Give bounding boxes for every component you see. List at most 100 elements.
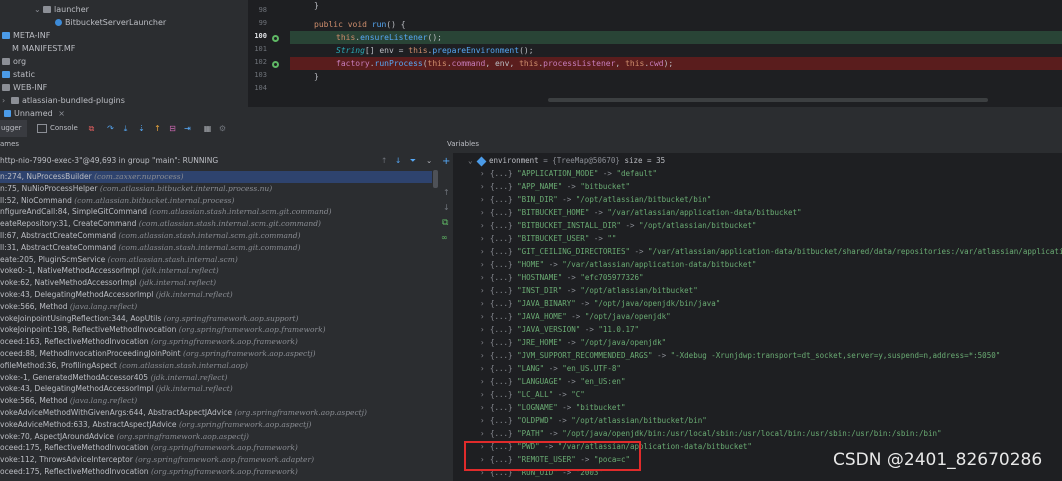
variable-entry[interactable]: › {...} "OLDPWD" -> "/opt/atlassian/bitbu…: [480, 414, 707, 427]
variable-entry[interactable]: › {...} "JAVA_VERSION" -> "11.0.17": [480, 323, 639, 336]
arrow-down-icon[interactable]: ↓: [395, 155, 401, 167]
chevron-down-icon[interactable]: ⌄: [34, 3, 43, 16]
tree-item-bundled-plugins[interactable]: › atlassian-bundled-plugins: [2, 94, 125, 107]
variable-entry[interactable]: › {...} "JAVA_HOME" -> "/opt/java/openjdk…: [480, 310, 671, 323]
force-step-into-icon[interactable]: ⇣: [137, 124, 146, 133]
close-icon[interactable]: ×: [58, 109, 65, 118]
chevron-right-icon[interactable]: ›: [480, 297, 490, 310]
tree-item-launcher-class[interactable]: BitbucketServerLauncher: [55, 16, 166, 29]
chevron-right-icon[interactable]: ›: [480, 193, 490, 206]
chevron-right-icon[interactable]: ›: [480, 336, 490, 349]
stack-frame[interactable]: oceed:163, ReflectiveMethodInvocation (o…: [0, 336, 432, 348]
tab-debugger[interactable]: ugger: [0, 120, 27, 137]
breakpoint-icon[interactable]: [272, 35, 279, 42]
chevron-right-icon[interactable]: ›: [480, 414, 490, 427]
settings-icon[interactable]: ⚙: [218, 124, 227, 133]
chevron-right-icon[interactable]: ›: [480, 349, 490, 362]
chevron-down-icon[interactable]: ⌄: [426, 155, 432, 167]
tree-item-launcher[interactable]: ⌄ launcher: [34, 3, 89, 16]
code-editor[interactable]: 98 99 100 101 102 103 104 } public void …: [248, 0, 1062, 107]
variable-entry[interactable]: › {...} "LC_ALL" -> "C": [480, 388, 585, 401]
breakpoint-icon[interactable]: [272, 61, 279, 68]
chevron-right-icon[interactable]: ›: [480, 401, 490, 414]
arrow-up-icon[interactable]: ↑: [443, 188, 450, 197]
stack-frame[interactable]: oceed:175, ReflectiveMethodInvocation (o…: [0, 466, 432, 478]
chevron-right-icon[interactable]: ›: [480, 388, 490, 401]
step-into-icon[interactable]: ⤓: [121, 124, 130, 133]
stack-frame[interactable]: voke:43, DelegatingMethodAccessorImpl (j…: [0, 383, 432, 395]
stack-frame[interactable]: n:75, NuNioProcessHelper (com.atlassian.…: [0, 183, 432, 195]
chevron-right-icon[interactable]: ›: [480, 427, 490, 440]
stack-frame[interactable]: ll:52, NioCommand (com.atlassian.bitbuck…: [0, 195, 432, 207]
tree-item-web-inf[interactable]: WEB-INF: [2, 81, 47, 94]
chevron-right-icon[interactable]: ›: [480, 284, 490, 297]
variable-entry[interactable]: › {...} "PATH" -> "/opt/java/openjdk/bin:…: [480, 427, 942, 440]
stack-frame[interactable]: ofileMethod:36, ProfilingAspect (com.atl…: [0, 360, 432, 372]
restore-layout-icon[interactable]: ⧉: [87, 124, 96, 133]
stack-frame[interactable]: eate:205, PluginScmService (com.atlassia…: [0, 254, 432, 266]
variable-entry[interactable]: › {...} "JRE_HOME" -> "/opt/java/openjdk": [480, 336, 666, 349]
chevron-right-icon[interactable]: ›: [480, 180, 490, 193]
stack-frame[interactable]: ll:67, AbstractCreateCommand (com.atlass…: [0, 230, 432, 242]
editor-horizontal-scrollbar[interactable]: [548, 98, 988, 102]
stack-frame[interactable]: oceed:175, ReflectiveMethodInvocation (o…: [0, 442, 432, 454]
chevron-right-icon[interactable]: ›: [480, 258, 490, 271]
tab-console[interactable]: Console: [37, 120, 78, 137]
arrow-down-icon[interactable]: ↓: [443, 203, 450, 212]
chevron-right-icon[interactable]: ›: [480, 375, 490, 388]
variable-entry[interactable]: › {...} "APPLICATION_MODE" -> "default": [480, 167, 657, 180]
stack-frame[interactable]: n:274, NuProcessBuilder (com.zaxxer.nupr…: [0, 171, 432, 183]
thread-selector[interactable]: http-nio-7990-exec-3"@49,693 in group "m…: [0, 155, 442, 167]
variable-entry[interactable]: › {...} "HOME" -> "/var/atlassian/applica…: [480, 258, 756, 271]
variable-entry[interactable]: › {...} "HOSTNAME" -> "efc705977326": [480, 271, 644, 284]
drop-frame-icon[interactable]: ⊟: [168, 124, 177, 133]
variable-entry[interactable]: › {...} "APP_NAME" -> "bitbucket": [480, 180, 630, 193]
variable-entry[interactable]: › {...} "BIN_DIR" -> "/opt/atlassian/bitb…: [480, 193, 711, 206]
chevron-right-icon[interactable]: ›: [480, 310, 490, 323]
variable-entry[interactable]: › {...} "GIT_CEILING_DIRECTORIES" -> "/va…: [480, 245, 1062, 258]
variable-entry[interactable]: › {...} "LANGUAGE" -> "en_US:en": [480, 375, 625, 388]
variable-entry[interactable]: › {...} "BITBUCKET_HOME" -> "/var/atlassi…: [480, 206, 802, 219]
chevron-right-icon[interactable]: ›: [480, 323, 490, 336]
stack-frame[interactable]: vokeAdviceMethod:633, AbstractAspectJAdv…: [0, 419, 432, 431]
variable-root[interactable]: ⌄ environment = {TreeMap@50670} size = 35: [468, 154, 665, 167]
chevron-right-icon[interactable]: ›: [480, 167, 490, 180]
filter-icon[interactable]: ⏷: [410, 155, 416, 167]
arrow-up-icon[interactable]: ↑: [381, 155, 387, 167]
stack-frame[interactable]: eateRepository:31, CreateCommand (com.at…: [0, 218, 432, 230]
step-out-icon[interactable]: ↑: [153, 124, 162, 133]
tree-item-manifest[interactable]: M MANIFEST.MF: [12, 42, 75, 55]
chevron-right-icon[interactable]: ›: [480, 232, 490, 245]
stack-frame[interactable]: vokeJoinpoint:198, ReflectiveMethodInvoc…: [0, 324, 432, 336]
stack-frame[interactable]: nfigureAndCall:84, SimpleGitCommand (com…: [0, 206, 432, 218]
tree-item-org[interactable]: org: [2, 55, 26, 68]
chevron-right-icon[interactable]: ›: [480, 362, 490, 375]
stack-frame[interactable]: voke:566, Method (java.lang.reflect): [0, 301, 432, 313]
variable-entry[interactable]: › {...} "INST_DIR" -> "/opt/atlassian/bit…: [480, 284, 698, 297]
editor-gutter[interactable]: 98 99 100 101 102 103 104: [248, 0, 290, 107]
glasses-icon[interactable]: ∞: [441, 233, 448, 242]
variable-entry[interactable]: › {...} "BITBUCKET_USER" -> "": [480, 232, 616, 245]
tree-item-static[interactable]: static: [2, 68, 35, 81]
stack-frame[interactable]: voke:112, ThrowsAdviceInterceptor (org.s…: [0, 454, 432, 466]
variable-entry[interactable]: › {...} "LOGNAME" -> "bitbucket": [480, 401, 625, 414]
variable-entry[interactable]: › {...} "BITBUCKET_INSTALL_DIR" -> "/opt/…: [480, 219, 756, 232]
chevron-right-icon[interactable]: ›: [2, 94, 11, 107]
stack-frame[interactable]: vokeJoinpointUsingReflection:344, AopUti…: [0, 313, 432, 325]
run-to-cursor-icon[interactable]: ⇥: [183, 124, 192, 133]
add-watch-icon[interactable]: +: [442, 156, 450, 167]
stack-frame[interactable]: voke:70, AspectJAroundAdvice (org.spring…: [0, 431, 432, 443]
variable-entry[interactable]: › {...} "JAVA_BINARY" -> "/opt/java/openj…: [480, 297, 720, 310]
chevron-right-icon[interactable]: ›: [480, 219, 490, 232]
step-over-icon[interactable]: ↷: [106, 124, 115, 133]
variable-entry[interactable]: › {...} "JVM_SUPPORT_RECOMMENDED_ARGS" ->…: [480, 349, 1000, 362]
stack-frame[interactable]: oceed:88, MethodInvocationProceedingJoin…: [0, 348, 432, 360]
frames-scrollbar[interactable]: [433, 170, 438, 188]
tree-item-meta-inf[interactable]: META-INF: [2, 29, 50, 42]
copy-icon[interactable]: ⧉: [442, 218, 448, 228]
stack-frame[interactable]: voke:566, Method (java.lang.reflect): [0, 395, 432, 407]
chevron-right-icon[interactable]: ›: [480, 271, 490, 284]
variable-entry[interactable]: › {...} "LANG" -> "en_US.UTF-8": [480, 362, 621, 375]
stack-frame[interactable]: voke:43, DelegatingMethodAccessorImpl (j…: [0, 289, 432, 301]
stack-frame[interactable]: vokeAdviceMethodWithGivenArgs:644, Abstr…: [0, 407, 432, 419]
